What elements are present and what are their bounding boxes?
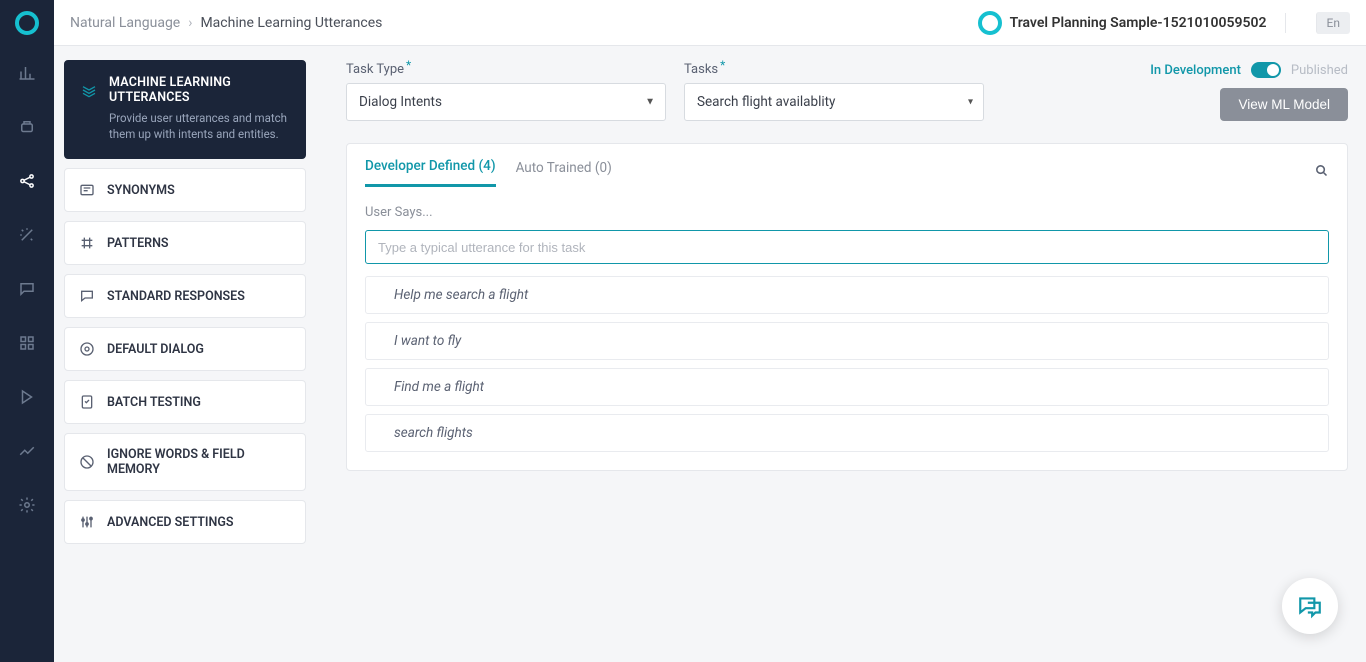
sidebar-item-batch-testing[interactable]: BATCH TESTING [64,380,306,424]
tab-developer-defined[interactable]: Developer Defined (4) [365,158,496,187]
breadcrumb-parent[interactable]: Natural Language [70,15,180,31]
sidebar-item-patterns[interactable]: PATTERNS [64,221,306,265]
publish-toggle[interactable] [1251,62,1281,78]
sidebar-item-label: MACHINE LEARNING UTTERANCES [109,75,289,105]
user-says-label: User Says... [365,205,1329,220]
utterance-item[interactable]: I want to fly [365,322,1329,360]
rail-deploy-icon[interactable] [0,370,54,424]
rail-settings-icon[interactable] [0,478,54,532]
search-icon[interactable] [1314,163,1329,182]
chevron-right-icon: › [188,15,192,31]
sidebar-item-label: DEFAULT DIALOG [107,342,204,357]
view-ml-model-button[interactable]: View ML Model [1220,88,1348,121]
section-sidebar: MACHINE LEARNING UTTERANCES Provide user… [54,46,316,662]
sidebar-item-advanced-settings[interactable]: ADVANCED SETTINGS [64,500,306,544]
utterance-input[interactable] [365,230,1329,264]
tasks-select[interactable]: Search flight availablity ▾ [684,83,984,121]
rail-trend-icon[interactable] [0,424,54,478]
utterances-panel: Developer Defined (4) Auto Trained (0) U… [346,143,1348,471]
status-published: Published [1291,63,1348,78]
utterance-item[interactable]: Find me a flight [365,368,1329,406]
rail-bot-icon[interactable] [0,100,54,154]
breadcrumb-current: Machine Learning Utterances [200,15,382,31]
rail-magic-icon[interactable] [0,208,54,262]
chevron-down-icon: ▼ [645,97,655,108]
rail-apps-icon[interactable] [0,316,54,370]
topbar: Natural Language › Machine Learning Utte… [54,0,1366,46]
sidebar-item-ignore-words[interactable]: IGNORE WORDS & FIELD MEMORY [64,433,306,491]
language-pill[interactable]: En [1316,12,1350,34]
utterance-item[interactable]: search flights [365,414,1329,452]
sidebar-item-label: BATCH TESTING [107,395,201,410]
sidebar-item-synonyms[interactable]: SYNONYMS [64,168,306,212]
sidebar-item-desc: Provide user utterances and match them u… [81,111,289,142]
tab-auto-trained[interactable]: Auto Trained (0) [516,160,612,186]
rail-chat-icon[interactable] [0,262,54,316]
task-type-label: Task Type* [346,62,666,77]
status-in-development: In Development [1150,63,1241,78]
project-name: Travel Planning Sample-1521010059502 [1010,15,1267,31]
sidebar-item-standard-responses[interactable]: STANDARD RESPONSES [64,274,306,318]
breadcrumb: Natural Language › Machine Learning Utte… [70,15,382,31]
content-area: Task Type* Dialog Intents ▼ Tasks* Searc… [316,46,1366,662]
sidebar-item-ml-utterances[interactable]: MACHINE LEARNING UTTERANCES Provide user… [64,60,306,159]
task-type-select[interactable]: Dialog Intents ▼ [346,83,666,121]
tasks-label: Tasks* [684,62,984,77]
rail-analytics-icon[interactable] [0,46,54,100]
sidebar-item-label: STANDARD RESPONSES [107,289,245,304]
sidebar-item-label: PATTERNS [107,236,169,251]
sidebar-item-default-dialog[interactable]: DEFAULT DIALOG [64,327,306,371]
chat-fab[interactable] [1282,578,1338,634]
sidebar-item-label: IGNORE WORDS & FIELD MEMORY [107,447,291,477]
utterance-item[interactable]: Help me search a flight [365,276,1329,314]
app-logo[interactable] [0,0,54,46]
rail-share-icon[interactable] [0,154,54,208]
project-selector[interactable]: Travel Planning Sample-1521010059502 [978,11,1267,35]
sidebar-item-label: ADVANCED SETTINGS [107,515,234,530]
left-nav-rail [0,0,54,662]
sidebar-item-label: SYNONYMS [107,183,175,198]
chevron-down-icon: ▾ [968,97,973,108]
